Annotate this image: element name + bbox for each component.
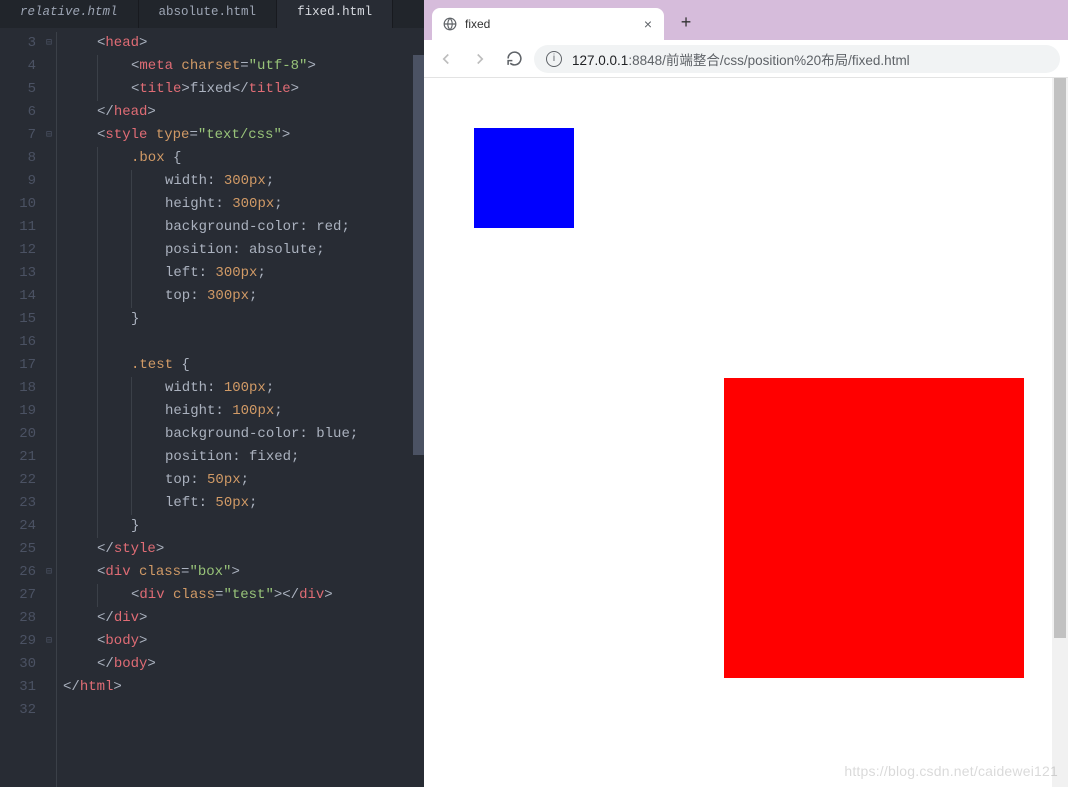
- close-icon[interactable]: ×: [642, 16, 654, 32]
- address-bar[interactable]: i 127.0.0.1:8848/前端整合/css/position%20布局/…: [534, 45, 1060, 73]
- line-number-gutter: 3456789101112131415161718192021222324252…: [0, 32, 42, 787]
- fold-gutter[interactable]: ⊟⊟⊟⊟: [42, 32, 56, 787]
- editor-tab-relative-html[interactable]: relative.html: [0, 0, 139, 28]
- forward-button[interactable]: [466, 45, 494, 73]
- red-box: [724, 378, 1024, 678]
- browser-viewport: https://blog.csdn.net/caidewei121: [424, 78, 1068, 787]
- url-text: 127.0.0.1:8848/前端整合/css/position%20布局/fi…: [572, 49, 910, 69]
- plus-icon: +: [681, 14, 692, 34]
- browser-pane: fixed × + i 127.0.0.1:8848/前端整合/css/posi…: [424, 0, 1068, 787]
- editor-tab-absolute-html[interactable]: absolute.html: [139, 0, 278, 28]
- browser-tab-active[interactable]: fixed ×: [432, 8, 664, 40]
- back-button[interactable]: [432, 45, 460, 73]
- new-tab-button[interactable]: +: [672, 10, 700, 38]
- browser-scrollbar-thumb[interactable]: [1054, 78, 1066, 638]
- editor-scrollbar-thumb[interactable]: [413, 55, 424, 455]
- globe-icon: [442, 16, 458, 32]
- browser-tab-title: fixed: [465, 17, 642, 31]
- code-area[interactable]: 3456789101112131415161718192021222324252…: [0, 28, 424, 787]
- browser-toolbar: i 127.0.0.1:8848/前端整合/css/position%20布局/…: [424, 40, 1068, 78]
- code-content[interactable]: <head><meta charset="utf-8"><title>fixed…: [56, 32, 413, 787]
- browser-tabstrip: fixed × +: [424, 0, 1068, 40]
- url-port: :8848: [628, 53, 662, 68]
- editor-tab-fixed-html[interactable]: fixed.html: [277, 0, 393, 28]
- app-root: relative.htmlabsolute.htmlfixed.html 345…: [0, 0, 1068, 787]
- reload-button[interactable]: [500, 45, 528, 73]
- editor-scrollbar[interactable]: [413, 32, 424, 787]
- blue-box: [474, 128, 574, 228]
- url-host: 127.0.0.1: [572, 53, 628, 68]
- editor-pane: relative.htmlabsolute.htmlfixed.html 345…: [0, 0, 424, 787]
- info-icon[interactable]: i: [546, 51, 562, 67]
- watermark-text: https://blog.csdn.net/caidewei121: [844, 763, 1058, 779]
- url-path: /前端整合/css/position%20布局/fixed.html: [662, 53, 910, 68]
- browser-scrollbar[interactable]: [1052, 78, 1068, 787]
- editor-tabstrip: relative.htmlabsolute.htmlfixed.html: [0, 0, 424, 28]
